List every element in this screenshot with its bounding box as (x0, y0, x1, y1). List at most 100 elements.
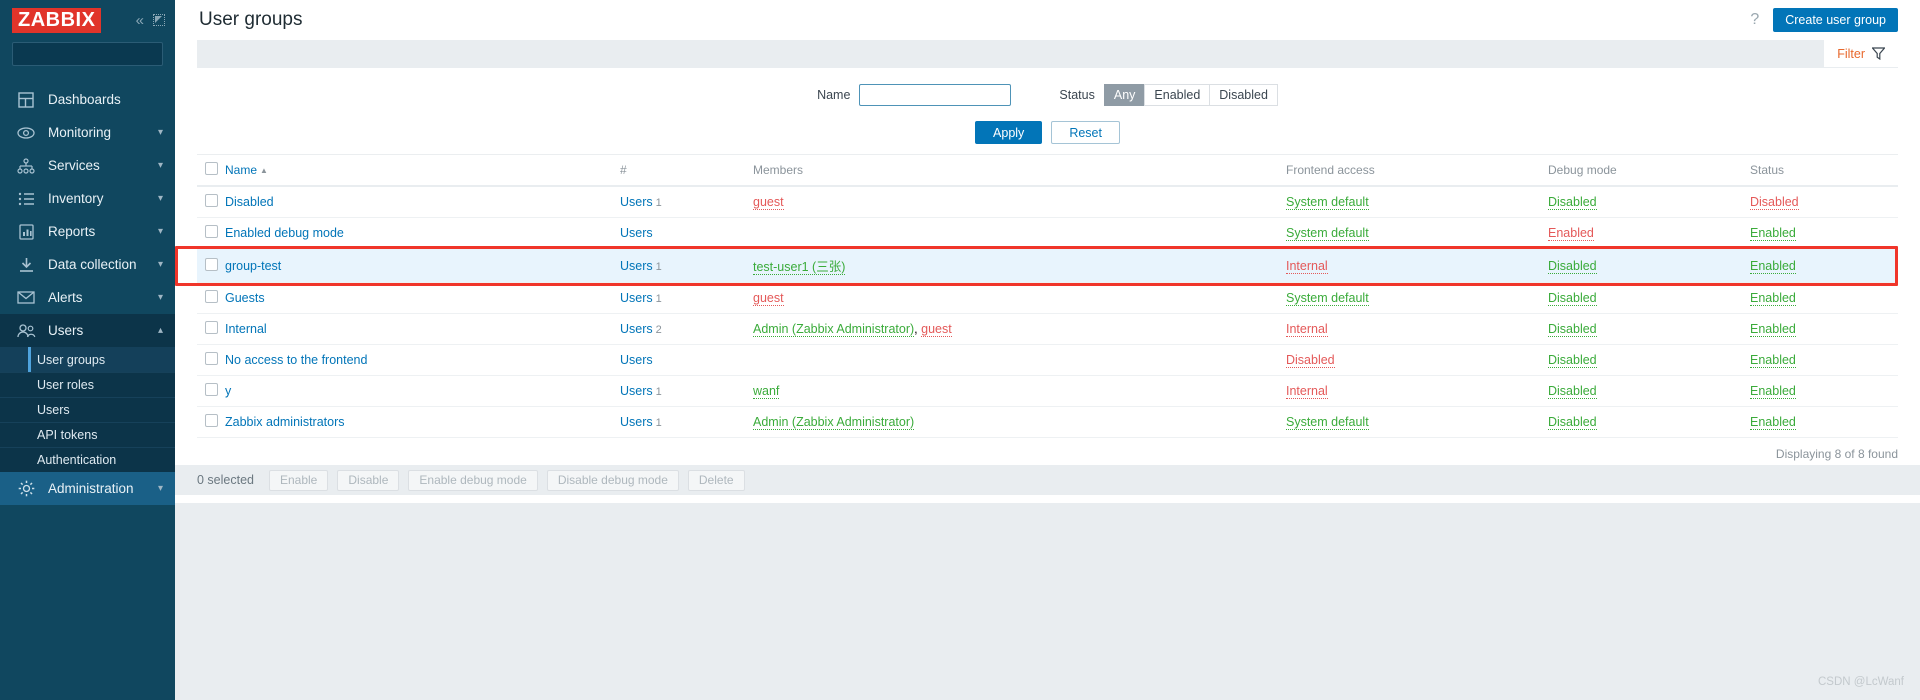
cell-debug-mode-value[interactable]: Disabled (1548, 195, 1597, 210)
user-group-link[interactable]: Guests (225, 291, 265, 305)
row-checkbox[interactable] (205, 321, 218, 334)
table-row[interactable]: No access to the frontend Users Disabled Di… (197, 344, 1898, 376)
status-option-disabled[interactable]: Disabled (1209, 84, 1278, 106)
member-link[interactable]: guest (921, 322, 952, 337)
create-user-group-button[interactable]: Create user group (1773, 8, 1898, 32)
select-all-checkbox[interactable] (205, 162, 218, 175)
chevron-up-icon[interactable]: ▴ (158, 325, 163, 336)
sidebar-item-administration[interactable]: Administration ▾ (0, 472, 175, 505)
sidebar-item-alerts[interactable]: Alerts ▾ (0, 281, 175, 314)
user-group-link[interactable]: Disabled (225, 195, 274, 209)
users-link[interactable]: Users (620, 415, 653, 429)
cell-frontend-access-value[interactable]: Internal (1286, 322, 1328, 337)
member-link[interactable]: wanf (753, 384, 780, 399)
cell-status-value[interactable]: Enabled (1750, 322, 1796, 337)
sidebar-search[interactable]: 🔍 (12, 42, 194, 66)
users-link[interactable]: Users (620, 291, 653, 305)
zabbix-logo[interactable]: ZABBIX (12, 7, 102, 33)
cell-debug-mode-value[interactable]: Disabled (1548, 415, 1597, 430)
user-group-link[interactable]: Zabbix administrators (225, 415, 345, 429)
cell-frontend-access-value[interactable]: Disabled (1286, 353, 1335, 368)
user-group-link[interactable]: No access to the frontend (225, 353, 367, 367)
table-row[interactable]: Disabled Users 1 guest System default Disable… (197, 186, 1898, 218)
cell-debug-mode-value[interactable]: Disabled (1548, 384, 1597, 399)
chevron-down-icon[interactable]: ▾ (158, 193, 163, 204)
search-input[interactable] (19, 46, 178, 62)
cell-status-value[interactable]: Disabled (1750, 195, 1799, 210)
chevron-double-left-icon[interactable]: « (136, 13, 144, 28)
delete-button[interactable]: Delete (687, 469, 745, 491)
sidebar-item-api-tokens[interactable]: API tokens (0, 422, 175, 447)
sidebar-item-data-collection[interactable]: Data collection ▾ (0, 248, 175, 281)
cell-status-value[interactable]: Enabled (1750, 291, 1796, 306)
cell-status-value[interactable]: Enabled (1750, 353, 1796, 368)
sidebar-item-users[interactable]: Users ▴ (0, 314, 175, 347)
column-header-name[interactable]: Name ▲ (225, 155, 620, 187)
row-checkbox[interactable] (205, 383, 218, 396)
row-checkbox[interactable] (205, 225, 218, 238)
status-option-any[interactable]: Any (1103, 84, 1146, 106)
chevron-down-icon[interactable]: ▾ (158, 483, 163, 494)
disable-button[interactable]: Disable (337, 469, 400, 491)
sidebar-item-monitoring[interactable]: Monitoring ▾ (0, 116, 175, 149)
sidebar-item-authentication[interactable]: Authentication (0, 447, 175, 472)
cell-status-value[interactable]: Enabled (1750, 258, 1796, 274)
question-mark-icon[interactable]: ? (1750, 11, 1759, 29)
status-option-enabled[interactable]: Enabled (1144, 84, 1211, 106)
cell-frontend-access-value[interactable]: System default (1286, 195, 1369, 210)
reset-button[interactable]: Reset (1051, 121, 1120, 144)
users-link[interactable]: Users (620, 384, 653, 398)
filter-name-input[interactable] (859, 84, 1012, 106)
row-checkbox[interactable] (205, 290, 218, 303)
chevron-down-icon[interactable]: ▾ (158, 259, 163, 270)
compact-view-icon[interactable] (153, 14, 165, 26)
users-link[interactable]: Users (620, 353, 653, 367)
apply-button[interactable]: Apply (975, 121, 1043, 144)
cell-debug-mode-value[interactable]: Disabled (1548, 322, 1597, 337)
table-row[interactable]: Guests Users 1 guest System default Disabled E… (197, 282, 1898, 314)
users-link[interactable]: Users (620, 226, 653, 240)
cell-frontend-access-value[interactable]: System default (1286, 291, 1369, 306)
cell-status-value[interactable]: Enabled (1750, 384, 1796, 399)
row-checkbox[interactable] (205, 257, 218, 271)
member-link[interactable]: test-user1 (三张) (753, 260, 846, 275)
cell-debug-mode-value[interactable]: Enabled (1548, 226, 1594, 241)
cell-debug-mode-value[interactable]: Disabled (1548, 353, 1597, 368)
row-checkbox[interactable] (205, 352, 218, 365)
enable-button[interactable]: Enable (268, 469, 329, 491)
sidebar-item-reports[interactable]: Reports ▾ (0, 215, 175, 248)
sidebar-item-user-roles[interactable]: User roles (0, 372, 175, 397)
row-checkbox[interactable] (205, 414, 218, 427)
member-link[interactable]: Admin (Zabbix Administrator) (753, 322, 915, 337)
table-row[interactable]: y Users 1 wanf Internal Disabled Enabled (197, 375, 1898, 407)
disable-debug-mode-button[interactable]: Disable debug mode (546, 469, 679, 491)
member-link[interactable]: guest (753, 291, 784, 306)
user-group-link[interactable]: Internal (225, 322, 267, 336)
sidebar-item-dashboards[interactable]: Dashboards (0, 83, 175, 116)
enable-debug-mode-button[interactable]: Enable debug mode (408, 469, 538, 491)
cell-debug-mode-value[interactable]: Disabled (1548, 258, 1597, 274)
member-link[interactable]: guest (753, 195, 784, 210)
table-row[interactable]: group-test Users 1 test-user1 (三张) Internal D… (197, 248, 1898, 283)
users-link[interactable]: Users (620, 195, 653, 209)
column-header-name-label[interactable]: Name (225, 163, 257, 177)
sidebar-item-services[interactable]: Services ▾ (0, 149, 175, 182)
table-row[interactable]: Internal Users 2 Admin (Zabbix Administrato… (197, 313, 1898, 345)
sidebar-item-inventory[interactable]: Inventory ▾ (0, 182, 175, 215)
member-link[interactable]: Admin (Zabbix Administrator) (753, 415, 915, 430)
user-group-link[interactable]: Enabled debug mode (225, 226, 344, 240)
users-link[interactable]: Users (620, 322, 653, 336)
sidebar-item-user-groups[interactable]: User groups (0, 347, 175, 372)
row-checkbox[interactable] (205, 194, 218, 207)
filter-tab[interactable]: Filter (1824, 40, 1898, 67)
users-link[interactable]: Users (620, 259, 653, 273)
user-group-link[interactable]: group-test (225, 259, 281, 273)
cell-debug-mode-value[interactable]: Disabled (1548, 291, 1597, 306)
chevron-down-icon[interactable]: ▾ (158, 160, 163, 171)
chevron-down-icon[interactable]: ▾ (158, 226, 163, 237)
cell-frontend-access-value[interactable]: System default (1286, 415, 1369, 430)
cell-status-value[interactable]: Enabled (1750, 415, 1796, 430)
cell-status-value[interactable]: Enabled (1750, 226, 1796, 241)
sidebar-item-users-sub[interactable]: Users (0, 397, 175, 422)
chevron-down-icon[interactable]: ▾ (158, 292, 163, 303)
